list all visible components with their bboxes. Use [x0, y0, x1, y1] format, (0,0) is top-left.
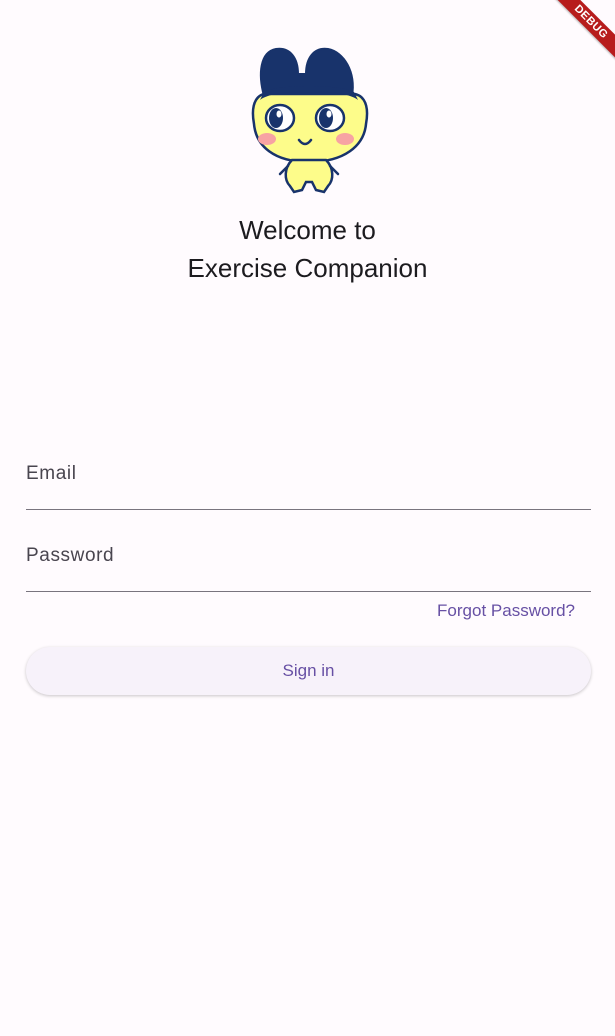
welcome-title-line1: Welcome to	[239, 215, 376, 245]
password-field-label: Password	[26, 545, 115, 566]
forgot-password-link[interactable]: Forgot Password?	[437, 601, 575, 621]
mascot-icon	[251, 47, 369, 194]
sign-in-button[interactable]: Sign in	[26, 647, 591, 695]
email-field-label: Email	[26, 463, 77, 484]
debug-banner-label: DEBUG	[549, 0, 615, 64]
email-field[interactable]: Email	[26, 449, 591, 510]
welcome-title-line2: Exercise Companion	[187, 253, 428, 283]
debug-banner: DEBUG	[545, 0, 615, 70]
password-field[interactable]: Password	[26, 531, 591, 592]
